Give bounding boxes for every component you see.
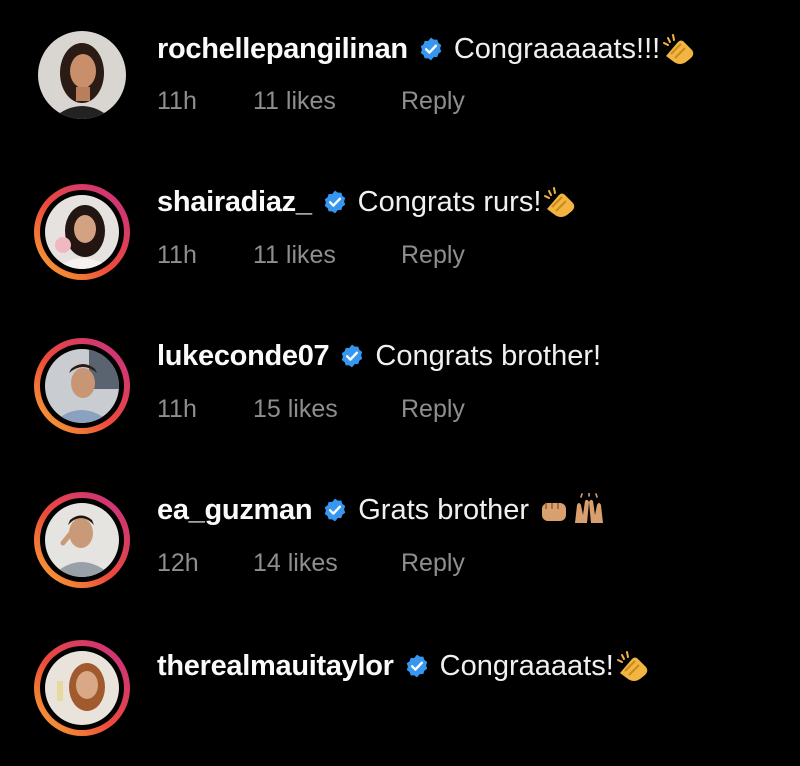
verified-badge-icon xyxy=(339,343,365,369)
comment-meta: 11h 11 likes Reply xyxy=(157,238,465,272)
comment-item: ea_guzman Grats brother 12h 14 likes Rep… xyxy=(0,462,800,612)
comment-text: Grats brother xyxy=(358,494,530,526)
avatar-photo xyxy=(38,31,126,119)
avatar-photo xyxy=(45,349,119,423)
username[interactable]: therealmauitaylor xyxy=(157,644,394,688)
comment-line: rochellepangilinan Congraaaaats!!! xyxy=(157,27,698,71)
comment-likes[interactable]: 11 likes xyxy=(253,87,401,116)
verified-badge-icon xyxy=(418,36,444,62)
comment-text: Congraaaats! xyxy=(439,650,614,682)
comment-text: Congrats brother! xyxy=(375,340,602,372)
comment-meta: 11h 11 likes Reply xyxy=(157,84,465,118)
reply-button[interactable]: Reply xyxy=(401,241,465,270)
verified-badge-icon xyxy=(322,497,348,523)
avatar-photo xyxy=(45,503,119,577)
comment-item: shairadiaz_ Congrats rurs! 11h 11 likes … xyxy=(0,154,800,304)
clapping-hands-icon xyxy=(662,32,698,66)
reply-button[interactable]: Reply xyxy=(401,395,465,424)
comment-line: shairadiaz_ Congrats rurs! xyxy=(157,180,579,224)
comment-line: therealmauitaylor Congraaaats! xyxy=(157,644,652,688)
comment-item: lukeconde07 Congrats brother! 11h 15 lik… xyxy=(0,308,800,458)
comment-text: Congrats rurs! xyxy=(357,186,542,218)
clapping-hands-icon xyxy=(543,185,579,219)
comment-time: 12h xyxy=(157,548,199,577)
avatar[interactable] xyxy=(34,492,130,588)
username[interactable]: shairadiaz_ xyxy=(157,180,312,224)
comment-line: lukeconde07 Congrats brother! xyxy=(157,334,601,378)
verified-badge-icon xyxy=(404,653,430,679)
reply-button[interactable]: Reply xyxy=(401,549,465,578)
avatar[interactable] xyxy=(34,184,130,280)
comment-time: 11h xyxy=(157,394,197,423)
story-ring-gap xyxy=(40,646,124,730)
username[interactable]: rochellepangilinan xyxy=(157,27,408,71)
comment-meta: 11h 15 likes Reply xyxy=(157,392,465,426)
comment-time: 11h xyxy=(157,86,197,115)
reply-button[interactable]: Reply xyxy=(401,87,465,116)
username[interactable]: lukeconde07 xyxy=(157,334,330,378)
avatar-photo xyxy=(45,195,119,269)
story-ring-gap xyxy=(40,344,124,428)
clapping-hands-icon xyxy=(616,649,652,683)
raised-hands-icon xyxy=(571,493,607,527)
avatar[interactable] xyxy=(34,338,130,434)
verified-badge-icon xyxy=(322,189,348,215)
comment-item: therealmauitaylor Congraaaats! xyxy=(0,616,800,766)
comment-likes[interactable]: 14 likes xyxy=(253,549,401,578)
comment-likes[interactable]: 15 likes xyxy=(253,395,401,424)
avatar[interactable] xyxy=(34,27,130,123)
comment-item: rochellepangilinan Congraaaaats!!! 11h 1… xyxy=(0,0,800,150)
username[interactable]: ea_guzman xyxy=(157,488,313,532)
comment-meta: 12h 14 likes Reply xyxy=(157,546,465,580)
avatar[interactable] xyxy=(34,640,130,736)
comment-time: 11h xyxy=(157,240,197,269)
story-ring-gap xyxy=(40,498,124,582)
avatar-photo xyxy=(45,651,119,725)
comment-line: ea_guzman Grats brother xyxy=(157,488,607,532)
story-ring-gap xyxy=(40,190,124,274)
comment-likes[interactable]: 11 likes xyxy=(253,241,401,270)
comment-text: Congraaaaats!!! xyxy=(453,33,661,65)
fist-bump-icon xyxy=(539,493,569,527)
